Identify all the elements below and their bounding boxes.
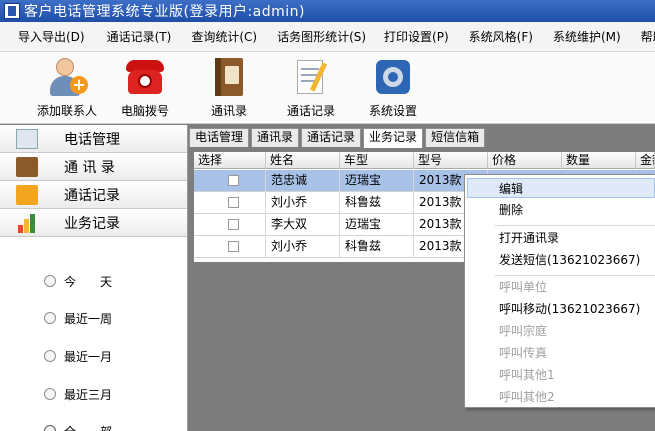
computer-dial-label: 电脑拨号 xyxy=(120,104,169,118)
row-checkbox[interactable] xyxy=(228,175,239,186)
tab-sms-inbox[interactable]: 短信信箱 xyxy=(425,128,486,147)
row-name: 范忠诚 xyxy=(266,170,340,192)
address-book-icon xyxy=(16,157,38,177)
settings-icon xyxy=(372,56,414,98)
tab-business-records[interactable]: 业务记录 xyxy=(363,128,424,148)
radio-today[interactable]: 今 天 xyxy=(44,272,112,290)
row-car: 迈瑞宝 xyxy=(340,214,414,236)
nav-item-call-records[interactable]: 通话记录 xyxy=(0,181,187,209)
nav-label-call-records: 通话记录 xyxy=(64,188,120,204)
menu-bar: 导入导出(D) 通话记录(T) 查询统计(C) 话务图形统计(S) 打印设置(P… xyxy=(0,22,655,52)
row-name: 刘小乔 xyxy=(266,236,340,258)
menu-call-records[interactable]: 通话记录(T) xyxy=(93,22,180,52)
phone-management-icon xyxy=(16,129,38,149)
column-header-price[interactable]: 价格 xyxy=(488,152,562,169)
context-item-edit[interactable]: 编辑 xyxy=(467,178,655,198)
add-contact-icon: + xyxy=(46,56,88,98)
phone-icon xyxy=(124,56,166,98)
column-header-model[interactable]: 型号 xyxy=(414,152,488,169)
nav-label-phone-management: 电话管理 xyxy=(64,132,120,148)
toolbar: + 添加联系人 电脑拨号 通讯录 通话记录 系统设置 xyxy=(0,52,655,124)
add-contact-button[interactable]: + 添加联系人 xyxy=(30,56,104,122)
menu-import-export[interactable]: 导入导出(D) xyxy=(0,22,93,52)
menu-system-style[interactable]: 系统风格(F) xyxy=(457,22,541,52)
menu-help[interactable]: 帮助(H) xyxy=(629,22,655,52)
row-car: 科鲁兹 xyxy=(340,236,414,258)
context-item-call-mobile[interactable]: 呼叫移动(13621023667) xyxy=(465,299,655,319)
row-name: 李大双 xyxy=(266,214,340,236)
context-item-delete[interactable]: 删除 xyxy=(465,200,655,220)
title-bar: 客户电话管理系统专业版(登录用户:admin) xyxy=(0,0,655,22)
window-title: 客户电话管理系统专业版(登录用户:admin) xyxy=(24,4,306,20)
context-separator xyxy=(495,275,655,276)
menu-system-maintenance[interactable]: 系统维护(M) xyxy=(541,22,629,52)
tab-address-book[interactable]: 通讯录 xyxy=(251,128,300,147)
column-header-car[interactable]: 车型 xyxy=(340,152,414,169)
nav-label-address-book: 通 讯 录 xyxy=(64,160,115,176)
call-log-icon xyxy=(290,56,332,98)
menu-print-settings[interactable]: 打印设置(P) xyxy=(374,22,457,52)
address-book-icon xyxy=(208,56,250,98)
nav-item-business-records[interactable]: 业务记录 xyxy=(0,209,187,237)
row-car: 迈瑞宝 xyxy=(340,170,414,192)
radio-last-month[interactable]: 最近一月 xyxy=(44,347,112,365)
chart-icon xyxy=(16,213,38,233)
row-car: 科鲁兹 xyxy=(340,192,414,214)
grid-header: 选择 姓名 车型 型号 价格 数量 金额 xyxy=(194,152,655,169)
menu-query-stats[interactable]: 查询统计(C) xyxy=(179,22,265,52)
address-book-label: 通讯录 xyxy=(210,104,247,118)
context-item-call-other-1[interactable]: 呼叫其他1 xyxy=(465,365,655,385)
tab-call-records[interactable]: 通话记录 xyxy=(301,128,362,147)
row-name: 刘小乔 xyxy=(266,192,340,214)
radio-last-three-months[interactable]: 最近三月 xyxy=(44,385,112,403)
row-checkbox[interactable] xyxy=(228,197,239,208)
nav-label-business-records: 业务记录 xyxy=(64,216,120,232)
add-contact-label: 添加联系人 xyxy=(36,104,97,118)
tab-phone-management[interactable]: 电话管理 xyxy=(189,128,250,147)
call-log-button[interactable]: 通话记录 xyxy=(274,56,348,122)
column-header-name[interactable]: 姓名 xyxy=(266,152,340,169)
row-checkbox[interactable] xyxy=(228,241,239,252)
folder-icon xyxy=(16,185,38,205)
context-item-call-home[interactable]: 呼叫宗庭 xyxy=(465,321,655,341)
context-item-call-fax[interactable]: 呼叫传真 xyxy=(465,343,655,363)
column-header-quantity[interactable]: 数量 xyxy=(562,152,636,169)
system-settings-button[interactable]: 系统设置 xyxy=(356,56,430,122)
left-navigation: 电话管理 通 讯 录 通话记录 业务记录 今 天 最近一周 最近一月 最近三月 xyxy=(0,125,188,431)
context-item-call-work[interactable]: 呼叫单位 xyxy=(465,277,655,297)
column-header-amount[interactable]: 金额 xyxy=(636,152,655,169)
context-item-call-other-2[interactable]: 呼叫其他2 xyxy=(465,387,655,407)
radio-last-week[interactable]: 最近一周 xyxy=(44,309,112,327)
column-header-select[interactable]: 选择 xyxy=(194,152,266,169)
context-item-send-sms[interactable]: 发送短信(13621023667) xyxy=(465,250,655,270)
context-menu: 编辑 删除 打开通讯录 发送短信(13621023667) 呼叫单位 呼叫移动(… xyxy=(464,174,655,408)
menu-traffic-charts[interactable]: 话务图形统计(S) xyxy=(265,22,374,52)
nav-item-address-book[interactable]: 通 讯 录 xyxy=(0,153,187,181)
row-checkbox[interactable] xyxy=(228,219,239,230)
computer-dial-button[interactable]: 电脑拨号 xyxy=(108,56,182,122)
system-settings-label: 系统设置 xyxy=(368,104,417,118)
nav-item-phone-management[interactable]: 电话管理 xyxy=(0,125,187,153)
radio-all[interactable]: 全 部 xyxy=(44,422,112,431)
context-separator xyxy=(495,225,655,226)
tab-strip: 电话管理 通讯录 通话记录 业务记录 短信信箱 xyxy=(189,128,487,148)
context-item-open-address-book[interactable]: 打开通讯录 xyxy=(465,228,655,248)
call-log-label: 通话记录 xyxy=(286,104,335,118)
address-book-button[interactable]: 通讯录 xyxy=(192,56,266,122)
app-icon xyxy=(4,3,20,19)
